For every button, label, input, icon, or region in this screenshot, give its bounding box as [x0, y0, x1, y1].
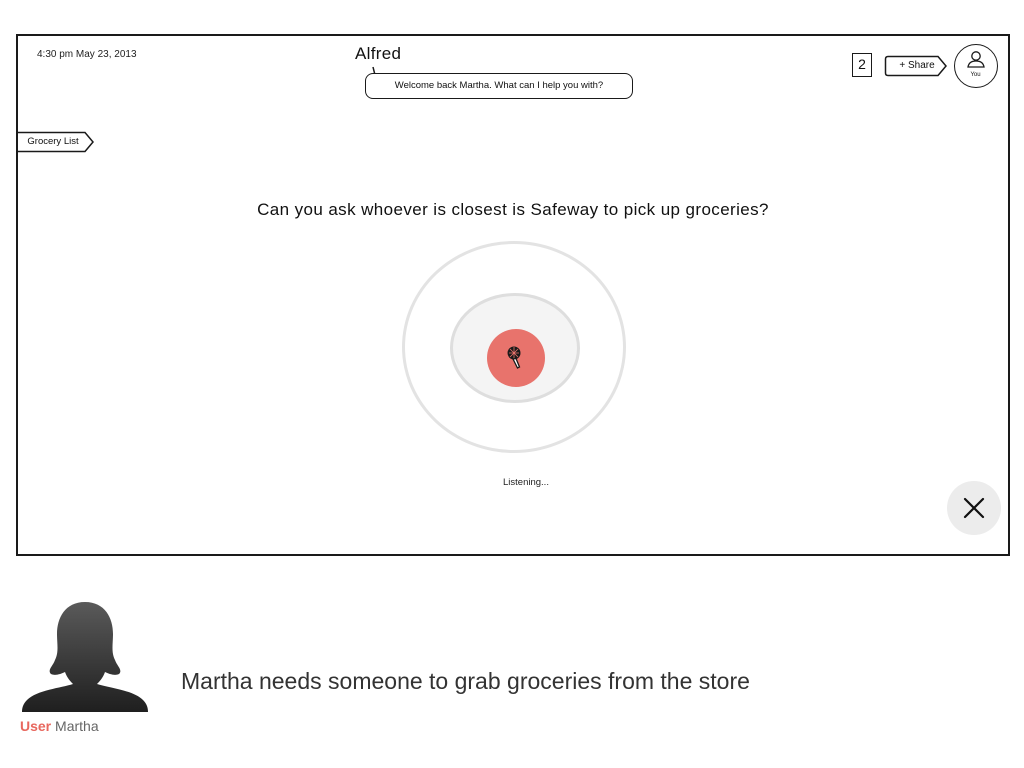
notification-count[interactable]: 2: [852, 53, 872, 77]
close-icon: [963, 497, 985, 519]
user-profile-button[interactable]: You: [954, 44, 998, 88]
persona-label: User Martha: [20, 718, 99, 734]
scenario-description: Martha needs someone to grab groceries f…: [181, 668, 750, 694]
timestamp: 4:30 pm May 23, 2013: [37, 49, 137, 60]
persona-role: User: [20, 718, 52, 734]
microphone-button[interactable]: [487, 329, 545, 387]
assistant-name: Alfred: [355, 44, 402, 63]
persona-silhouette: [22, 602, 148, 712]
assistant-greeting-bubble: Welcome back Martha. What can I help you…: [365, 73, 633, 99]
assistant-greeting: Welcome back Martha. What can I help you…: [394, 80, 604, 91]
user-label: You: [970, 72, 981, 78]
grocery-list-tab[interactable]: Grocery List: [17, 131, 95, 153]
microphone-icon: [507, 346, 521, 369]
share-label: + Share: [899, 60, 935, 71]
listening-status: Listening...: [503, 477, 549, 488]
user-icon: [967, 51, 985, 68]
grocery-list-label: Grocery List: [27, 136, 79, 147]
share-button[interactable]: + Share: [884, 55, 948, 77]
close-button[interactable]: [947, 481, 1001, 535]
device-screen: 4:30 pm May 23, 2013 Alfred Welcome back…: [16, 34, 1010, 556]
persona-name: Martha: [55, 718, 99, 734]
voice-query-text: Can you ask whoever is closest is Safewa…: [257, 200, 769, 219]
